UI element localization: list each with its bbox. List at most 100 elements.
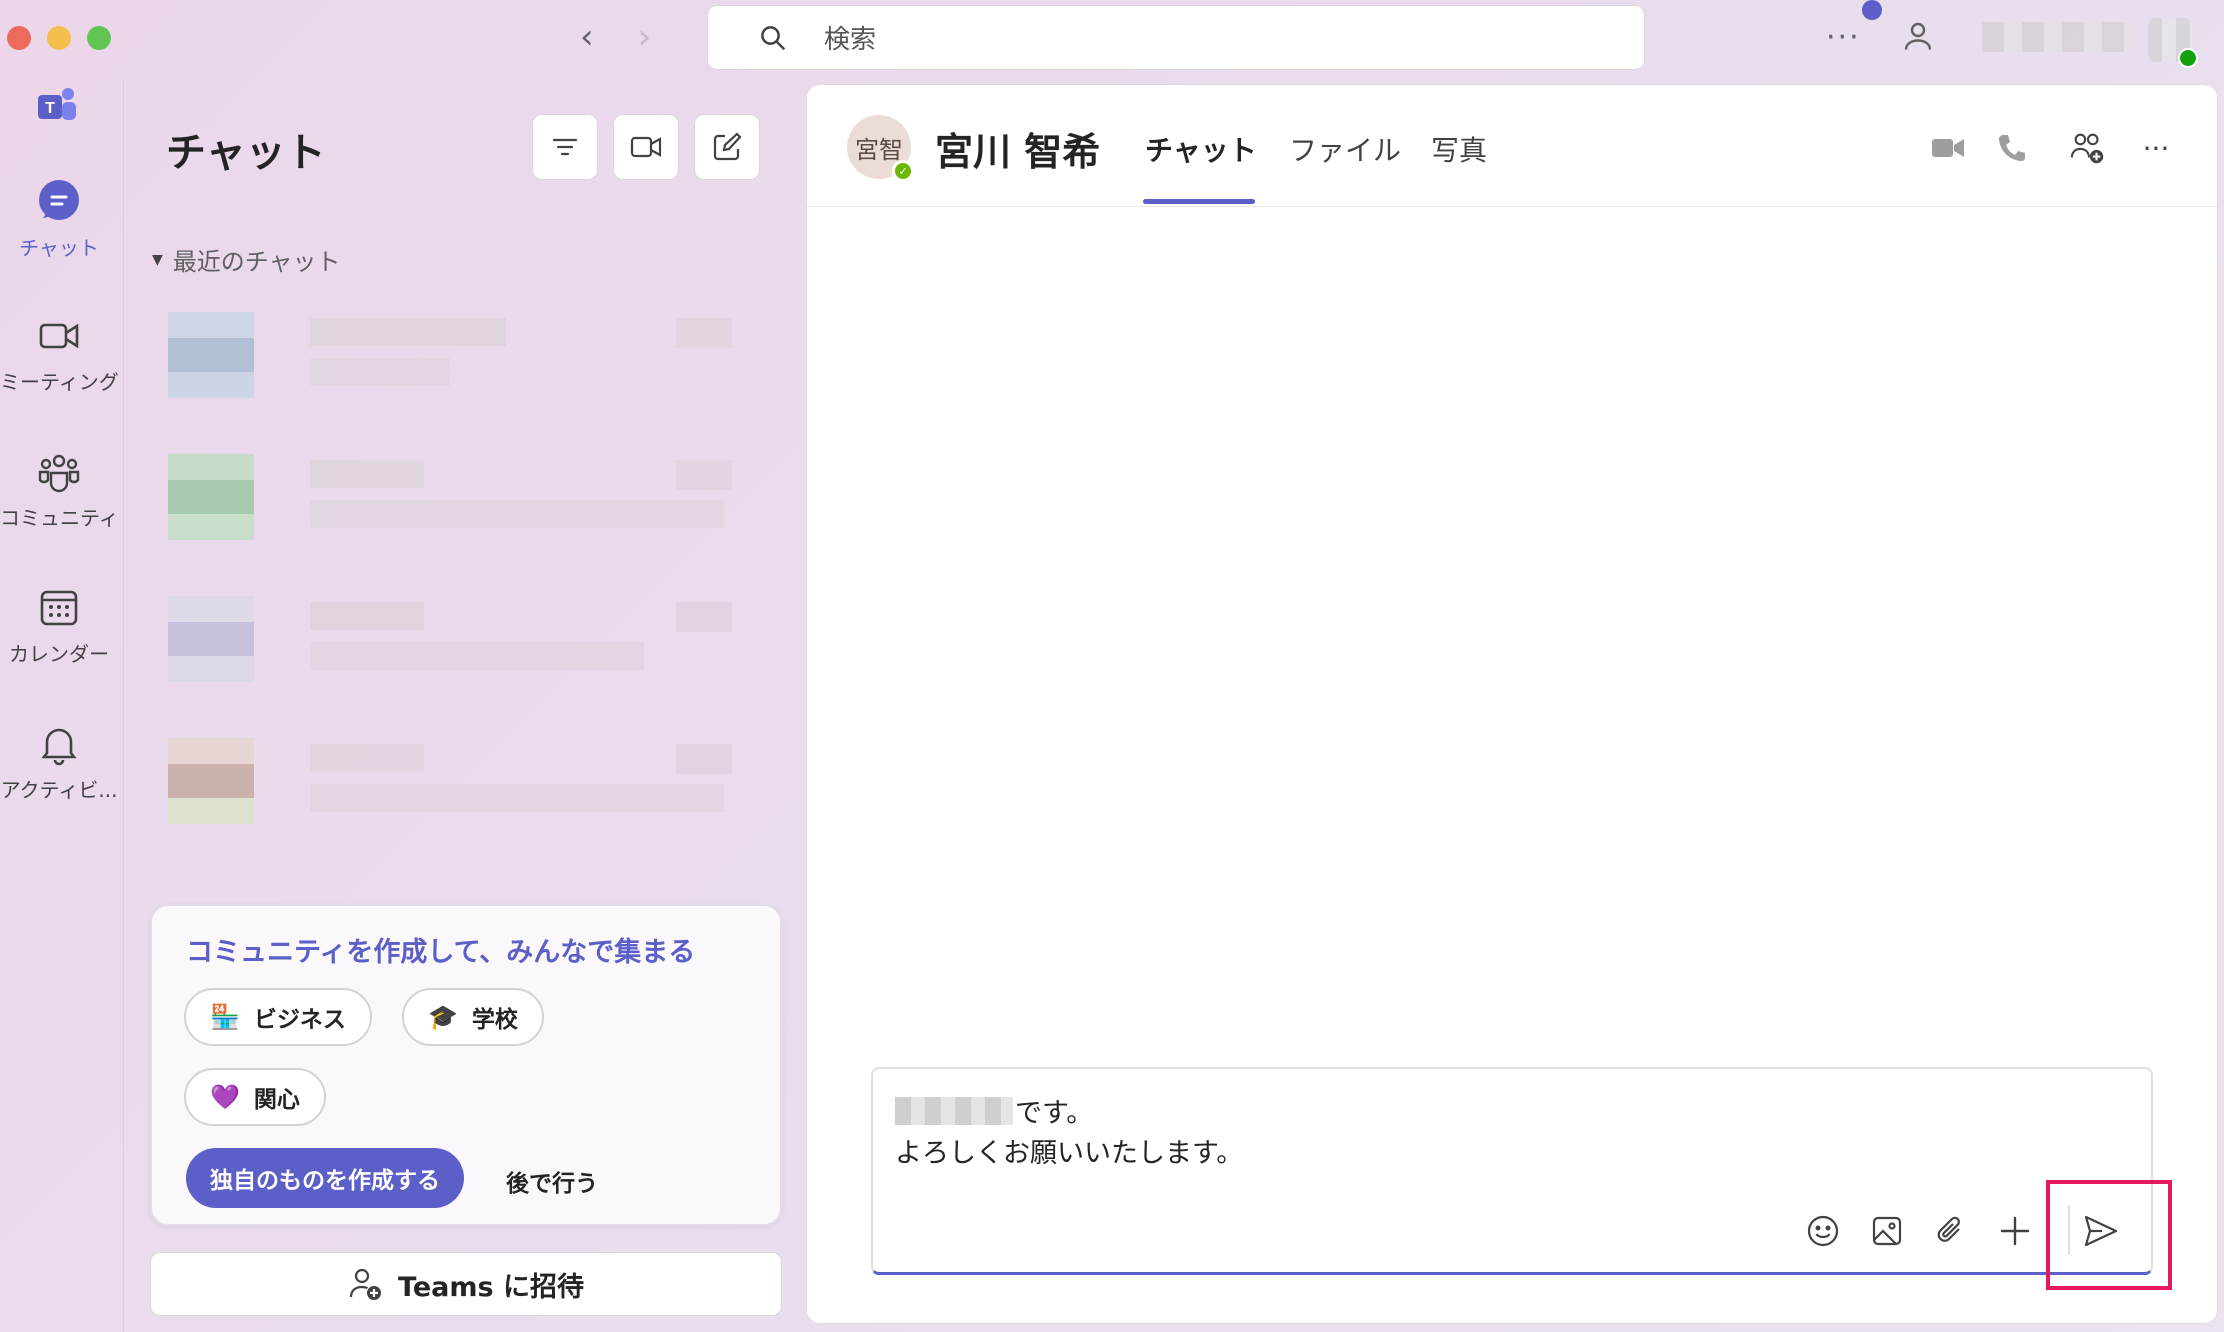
account-name-redacted	[1982, 22, 2132, 52]
history-navigation: ‹ ›	[580, 20, 651, 54]
rail-item-meetings[interactable]: ミーティング	[0, 312, 119, 395]
filter-button[interactable]	[532, 114, 598, 180]
composer-line-1[interactable]: です。	[895, 1091, 1093, 1130]
add-people-button[interactable]	[2069, 129, 2107, 167]
rail-item-chat[interactable]: チャット	[0, 178, 118, 261]
chat-time-redacted	[676, 460, 732, 490]
zoom-window-button[interactable]	[87, 26, 111, 50]
more-options-icon[interactable]: ···	[2137, 129, 2175, 167]
community-promo-title: コミュニティを作成して、みんなで集まる	[186, 937, 696, 968]
bell-icon	[41, 728, 77, 766]
new-chat-button[interactable]	[694, 114, 760, 180]
interest-chip[interactable]: 💜 関心	[184, 1068, 326, 1126]
purple-heart-icon: 💜	[210, 1083, 240, 1111]
chat-list-item[interactable]	[168, 596, 752, 684]
business-chip[interactable]: 🏪 ビジネス	[184, 988, 372, 1046]
compose-icon	[713, 132, 742, 161]
conversation-pane: 宮智 ✓ 宮川 智希 チャット ファイル 写真 ··· です。 よろしくお願いい…	[806, 84, 2218, 1324]
chip-label: ビジネス	[253, 1007, 346, 1033]
video-camera-icon	[39, 323, 79, 349]
contact-avatar[interactable]: 宮智 ✓	[847, 115, 914, 182]
chat-preview-redacted	[310, 500, 724, 528]
chat-list-item[interactable]	[168, 454, 752, 542]
calendar-icon	[40, 590, 78, 626]
conversation-header: 宮智 ✓ 宮川 智希 チャット ファイル 写真 ···	[807, 85, 2217, 207]
send-button-highlight	[2046, 1180, 2172, 1290]
section-label: 最近のチャット	[172, 248, 341, 276]
meet-now-button[interactable]	[613, 114, 679, 180]
teams-logo-icon: T	[38, 88, 76, 120]
rail-label: チャット	[19, 236, 99, 260]
chat-icon	[39, 180, 79, 220]
video-camera-icon	[630, 136, 662, 158]
video-call-button[interactable]	[1929, 129, 1967, 167]
rail-label: アクティビ...	[0, 778, 118, 802]
presence-available-icon: ✓	[892, 160, 914, 182]
back-arrow-icon[interactable]: ‹	[580, 20, 594, 54]
community-icon	[38, 454, 80, 493]
rail-item-community[interactable]: コミュニティ	[0, 448, 119, 531]
chat-time-redacted	[676, 602, 732, 632]
add-person-icon	[349, 1268, 382, 1300]
chat-name-redacted	[310, 744, 424, 772]
insert-image-button[interactable]	[1867, 1211, 1907, 1251]
chat-preview-redacted	[310, 358, 450, 386]
attach-file-button[interactable]	[1931, 1211, 1971, 1251]
chat-list-item[interactable]	[168, 738, 752, 826]
invite-to-teams-button[interactable]: Teams に招待	[150, 1252, 782, 1316]
chat-name-redacted	[310, 318, 506, 346]
person-status-icon[interactable]	[1900, 18, 1936, 54]
rail-label: ミーティング	[0, 370, 119, 394]
chat-preview-redacted	[310, 784, 724, 812]
message-composer[interactable]: です。 よろしくお願いいたします。	[871, 1067, 2153, 1275]
account-avatar[interactable]	[2148, 18, 2198, 68]
name-redacted	[895, 1096, 1013, 1125]
minimize-window-button[interactable]	[47, 26, 71, 50]
phone-icon	[1999, 135, 2025, 161]
rail-item-activity[interactable]: アクティビ...	[0, 720, 118, 803]
school-chip[interactable]: 🎓 学校	[402, 988, 544, 1046]
rail-label: カレンダー	[9, 642, 109, 666]
forward-arrow-icon[interactable]: ›	[638, 20, 652, 54]
close-window-button[interactable]	[7, 26, 31, 50]
add-people-icon	[2070, 133, 2104, 164]
active-tab-indicator	[1143, 199, 1255, 204]
rail-label: コミュニティ	[0, 506, 119, 530]
avatar-initials: 宮智	[855, 135, 903, 164]
emoji-button[interactable]	[1803, 1211, 1843, 1251]
audio-call-button[interactable]	[1993, 129, 2031, 167]
more-options-icon[interactable]: ···	[1826, 20, 1861, 55]
window-controls	[7, 26, 111, 50]
tab-files[interactable]: ファイル	[1289, 129, 1401, 169]
do-later-button[interactable]: 後で行う	[506, 1164, 598, 1198]
chat-panel-title: チャット	[166, 130, 326, 176]
invite-label: Teams に招待	[398, 1271, 584, 1303]
chip-label: 関心	[253, 1087, 300, 1113]
plus-icon	[2000, 1216, 2030, 1246]
create-community-button[interactable]: 独自のものを作成する	[186, 1148, 464, 1208]
rail-item-calendar[interactable]: カレンダー	[0, 584, 118, 667]
graduation-cap-icon: 🎓	[428, 1003, 458, 1031]
chat-avatar-redacted	[168, 454, 254, 540]
svg-text:T: T	[45, 100, 55, 117]
chip-label: 学校	[471, 1007, 518, 1033]
tab-photos[interactable]: 写真	[1431, 129, 1487, 169]
community-promo-card: コミュニティを作成して、みんなで集まる 🏪 ビジネス 🎓 学校 💜 関心 独自の…	[150, 904, 782, 1226]
composer-line-2[interactable]: よろしくお願いいたします。	[895, 1131, 1243, 1170]
app-rail: T チャット ミーティング コミュニティ カレンダー アクティビ...	[0, 80, 124, 1332]
paperclip-icon	[1937, 1216, 1960, 1242]
chat-preview-redacted	[310, 642, 644, 670]
contact-name: 宮川 智希	[935, 130, 1101, 174]
chat-list-item[interactable]	[168, 312, 752, 400]
tab-chat[interactable]: チャット	[1145, 129, 1257, 169]
search-bar[interactable]: 検索	[707, 5, 1645, 70]
filter-icon	[552, 138, 578, 156]
recent-chats-header[interactable]: ▼ 最近のチャット	[152, 242, 341, 277]
chat-avatar-redacted	[168, 596, 254, 682]
chat-avatar-redacted	[168, 312, 254, 398]
presence-available-icon	[2178, 48, 2198, 68]
more-actions-button[interactable]	[1995, 1211, 2035, 1251]
store-icon: 🏪	[210, 1003, 240, 1031]
search-placeholder: 検索	[824, 25, 877, 55]
video-camera-icon	[1932, 139, 1964, 157]
